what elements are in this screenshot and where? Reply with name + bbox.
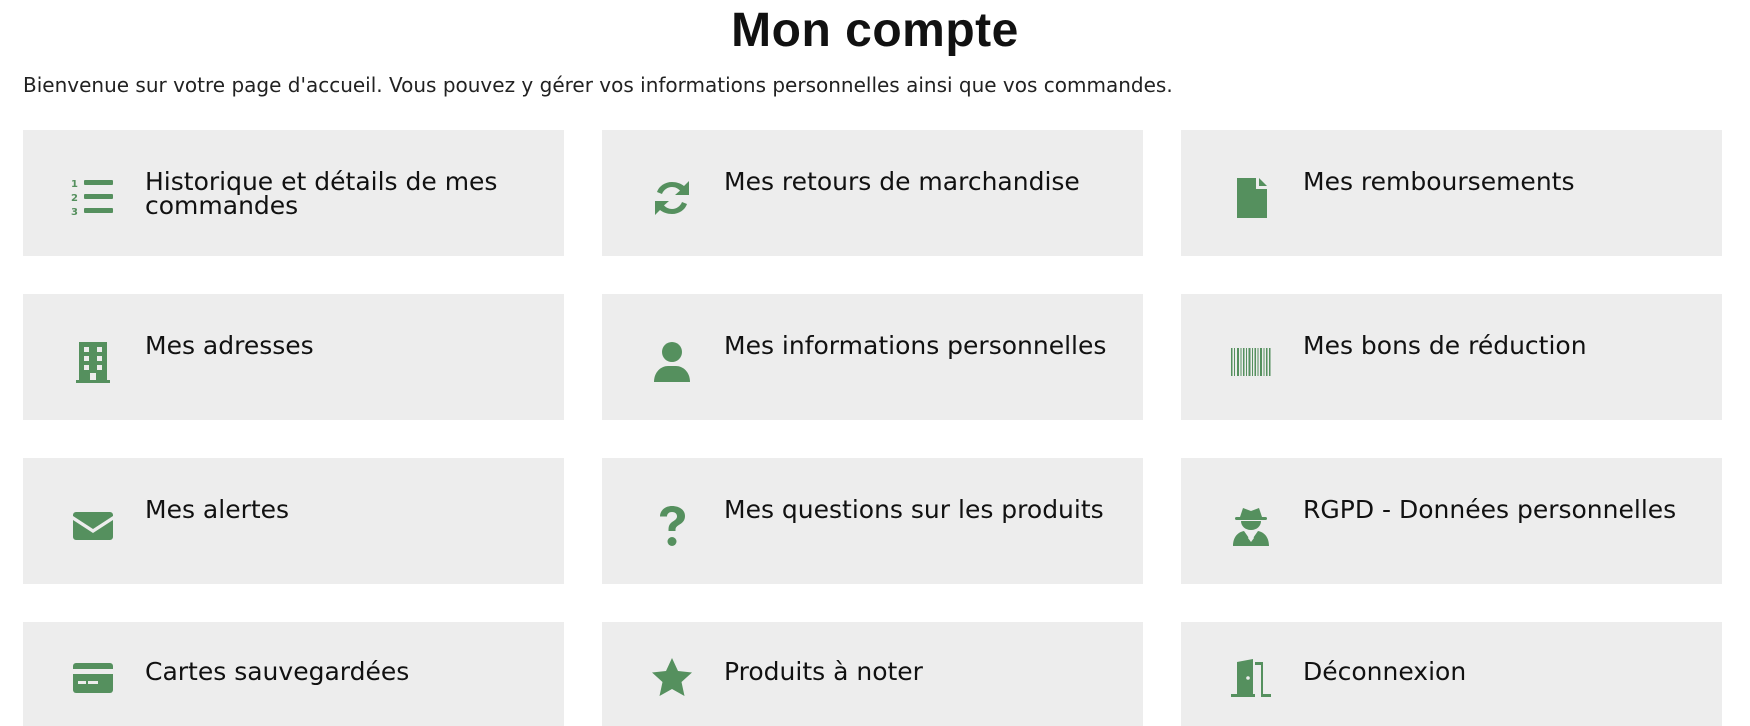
tile-refunds[interactable]: Mes remboursements (1181, 130, 1722, 256)
page-title: Mon compte (731, 4, 1019, 57)
door-exit-icon (1229, 656, 1273, 700)
tile-label: Mes retours de marchandise (724, 167, 1080, 196)
tile-product-questions[interactable]: Mes questions sur les produits (602, 458, 1143, 584)
tile-label: Cartes sauvegardées (145, 657, 410, 686)
credit-card-icon (71, 656, 115, 700)
tile-label: Mes questions sur les produits (724, 495, 1104, 524)
barcode-icon (1229, 340, 1273, 384)
tile-label: RGPD - Données personnelles (1303, 495, 1677, 524)
document-icon (1229, 176, 1273, 220)
tile-personal-info[interactable]: Mes informations personnelles (602, 294, 1143, 420)
tile-label: Mes adresses (145, 331, 314, 360)
ordered-list-icon: 1 2 3 (71, 176, 115, 220)
svg-text:2: 2 (71, 193, 78, 204)
tile-alerts[interactable]: Mes alertes (23, 458, 564, 584)
tile-saved-cards[interactable]: Cartes sauvegardées (23, 622, 564, 726)
tile-label: Historique et détails de mes commandes (145, 167, 498, 220)
envelope-icon (71, 504, 115, 548)
tile-gdpr[interactable]: RGPD - Données personnelles (1181, 458, 1722, 584)
tile-returns[interactable]: Mes retours de marchandise (602, 130, 1143, 256)
account-menu-grid: 1 2 3 Historique et détails de mes comma… (23, 130, 1729, 726)
tile-label: Mes alertes (145, 495, 290, 524)
star-icon (650, 656, 694, 700)
tile-label: Mes remboursements (1303, 167, 1575, 196)
tile-logout[interactable]: Déconnexion (1181, 622, 1722, 726)
question-icon (650, 504, 694, 548)
svg-text:1: 1 (71, 179, 78, 190)
page-intro: Bienvenue sur votre page d'accueil. Vous… (23, 73, 1173, 97)
tile-label: Déconnexion (1303, 657, 1467, 686)
sync-icon (650, 176, 694, 220)
tile-label: Mes informations personnelles (724, 331, 1107, 360)
tile-products-to-rate[interactable]: Produits à noter (602, 622, 1143, 726)
svg-text:3: 3 (71, 207, 78, 218)
user-icon (650, 340, 694, 384)
tile-order-history[interactable]: 1 2 3 Historique et détails de mes comma… (23, 130, 564, 256)
tile-label: Mes bons de réduction (1303, 331, 1587, 360)
tile-label: Produits à noter (724, 657, 923, 686)
tile-addresses[interactable]: Mes adresses (23, 294, 564, 420)
building-icon (71, 340, 115, 384)
user-secret-icon (1229, 504, 1273, 548)
tile-vouchers[interactable]: Mes bons de réduction (1181, 294, 1722, 420)
